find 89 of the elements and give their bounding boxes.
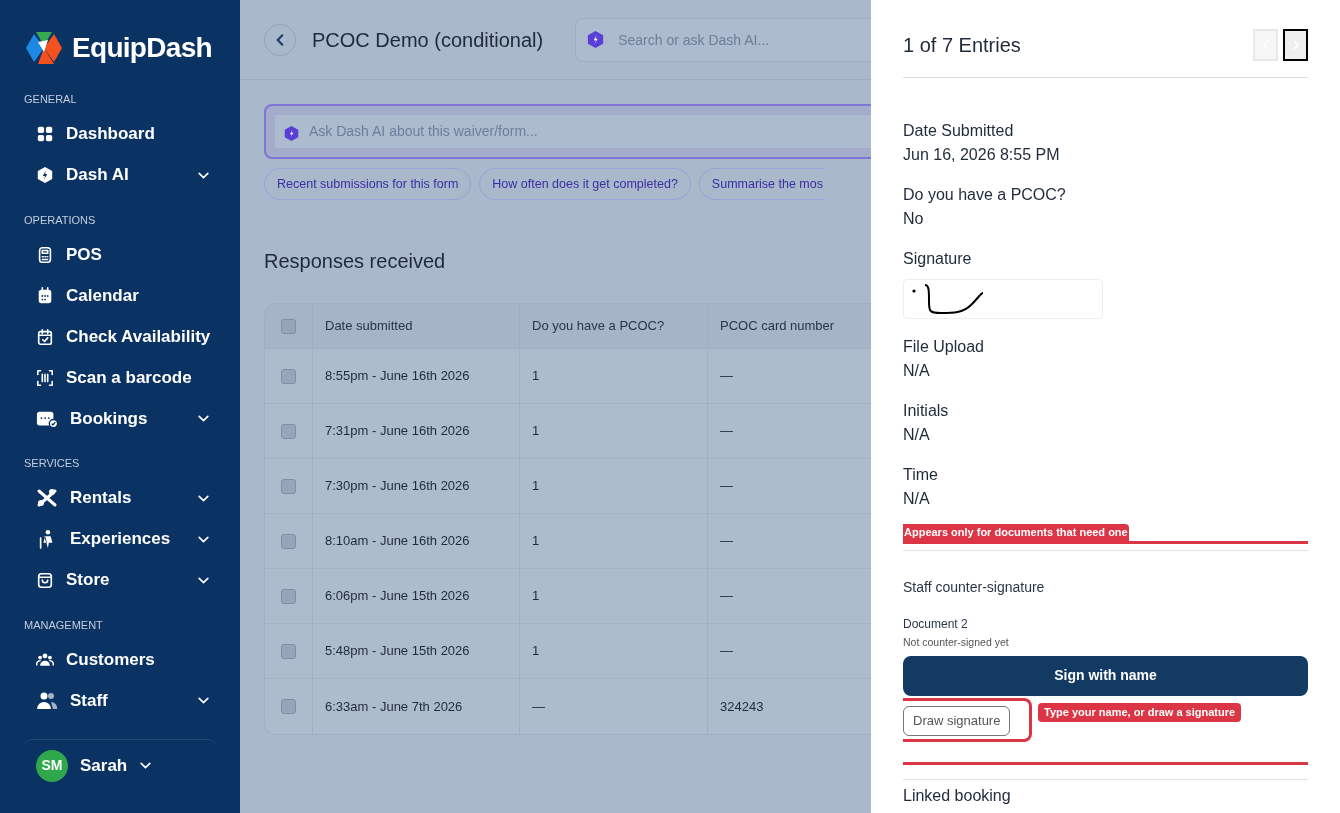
ai-prompt-field[interactable]: Ask Dash AI about this waiver/form... xyxy=(275,115,871,148)
section-title: Staff counter-signature xyxy=(903,578,1046,597)
table-cell-text: — xyxy=(720,642,733,661)
table-cell-text: 7:30pm - June 16th 2026 xyxy=(325,477,470,496)
table-cell-text: 1 xyxy=(532,367,540,386)
ai-hexagon-icon xyxy=(587,29,605,49)
section-heading: GENERAL xyxy=(24,92,78,107)
sidebar-item[interactable]: Customers xyxy=(24,639,216,680)
table-cell-text: — xyxy=(720,477,733,496)
user-menu[interactable]: SM Sarah xyxy=(24,739,216,791)
annotation-label: Appears only for documents that need one xyxy=(903,524,1129,541)
checkbox[interactable] xyxy=(281,699,296,714)
field-value: N/A xyxy=(903,489,931,509)
user-avatar: SM xyxy=(36,749,68,782)
column-header: Do you have a PCOC? xyxy=(532,317,665,336)
ai-hexagon-icon xyxy=(284,125,299,142)
calendar-icon xyxy=(36,285,54,306)
field-value: N/A xyxy=(903,425,931,445)
table-cell-text: 1 xyxy=(532,642,540,661)
sidebar-item[interactable]: Bookings xyxy=(24,398,216,439)
card-terminal-icon xyxy=(36,244,54,265)
shopping-bag-icon xyxy=(36,570,54,590)
checkbox[interactable] xyxy=(281,368,296,384)
table-cell-text: 324243 xyxy=(720,697,764,716)
table-cell-text: — xyxy=(720,587,733,606)
column-header: Date submitted xyxy=(325,317,413,336)
field-value: No xyxy=(903,209,925,229)
table-cell-text: — xyxy=(532,697,545,716)
annotation-label: Type your name, or draw a signature xyxy=(1038,702,1242,722)
logo-icon xyxy=(24,30,64,66)
document-name: Document 2 xyxy=(903,616,969,633)
section-heading: SERVICES xyxy=(24,456,81,471)
barcode-scan-icon xyxy=(36,367,54,388)
search-field[interactable]: Search or ask Dash AI... xyxy=(575,17,871,62)
users-icon xyxy=(36,690,58,711)
grid-icon xyxy=(36,124,54,144)
table-cell-text: 1 xyxy=(532,477,540,496)
field-value: Jun 16, 2026 8:55 PM xyxy=(903,145,1061,165)
table-cell-text: 6:33am - June 7th 2026 xyxy=(325,697,463,716)
section-heading: OPERATIONS xyxy=(24,212,97,228)
field-label: File Upload xyxy=(903,337,985,357)
table-cell-text: 8:10am - June 16th 2026 xyxy=(325,532,470,551)
checkbox[interactable] xyxy=(281,643,296,659)
sidebar-item[interactable]: Store xyxy=(24,559,216,601)
field-value: N/A xyxy=(903,361,931,381)
field-label: Date Submitted xyxy=(903,121,1015,141)
table-cell-text: 1 xyxy=(532,422,540,441)
section-title: Linked booking xyxy=(903,785,1012,806)
sidebar-item[interactable]: Rentals xyxy=(24,477,216,519)
page-title: PCOC Demo (conditional) xyxy=(312,27,544,53)
field-label: Initials xyxy=(903,401,950,421)
sidebar-item[interactable]: Experiences xyxy=(24,518,216,560)
draw-signature-button[interactable]: Draw signature xyxy=(903,705,1011,736)
table-cell-text: — xyxy=(720,367,733,386)
sidebar-item[interactable]: Dashboard xyxy=(24,113,216,155)
checkbox[interactable] xyxy=(281,318,296,334)
crossed-paddles-icon xyxy=(36,488,58,508)
section-title: Responses received xyxy=(264,249,447,274)
hexagon-bolt-icon xyxy=(36,165,54,185)
sidebar-item[interactable]: Dash AI xyxy=(24,154,216,196)
table-cell-text: 7:31pm - June 16th 2026 xyxy=(325,422,470,441)
checkbox[interactable] xyxy=(281,533,296,549)
table-cell-text: 8:55pm - June 16th 2026 xyxy=(325,367,470,386)
sidebar-item[interactable]: Calendar xyxy=(24,275,216,316)
table-cell-text: 1 xyxy=(532,587,540,606)
checkbox[interactable] xyxy=(281,423,296,439)
calendar-check-icon xyxy=(36,326,54,347)
checkbox[interactable] xyxy=(281,588,296,604)
column-header: PCOC card number xyxy=(720,317,835,336)
app-name: EquipDash xyxy=(72,31,212,65)
checkbox[interactable] xyxy=(281,478,296,494)
table-cell-text: 6:06pm - June 15th 2026 xyxy=(325,587,470,606)
document-status: Not counter-signed yet xyxy=(903,635,1010,650)
table-cell-text: 5:48pm - June 15th 2026 xyxy=(325,642,470,661)
sidebar-item[interactable]: Scan a barcode xyxy=(24,357,216,398)
table-cell-text: — xyxy=(720,422,733,441)
sidebar-item[interactable]: POS xyxy=(24,234,216,275)
section-heading: MANAGEMENT xyxy=(24,617,104,633)
table-cell-text: — xyxy=(720,532,733,551)
field-label: Signature xyxy=(903,249,973,269)
next-button[interactable] xyxy=(1283,28,1308,61)
sign-with-name-button[interactable]: Sign with name xyxy=(903,655,1308,696)
sidebar-item[interactable]: Check Availability xyxy=(24,316,216,357)
field-label: Time xyxy=(903,465,939,485)
table-cell-text: 1 xyxy=(532,532,540,551)
sidebar-item[interactable]: Staff xyxy=(24,680,216,721)
field-label: Do you have a PCOC? xyxy=(903,185,1067,205)
entry-counter: 1 of 7 Entries xyxy=(903,32,1022,58)
signature-drawing xyxy=(912,283,984,315)
